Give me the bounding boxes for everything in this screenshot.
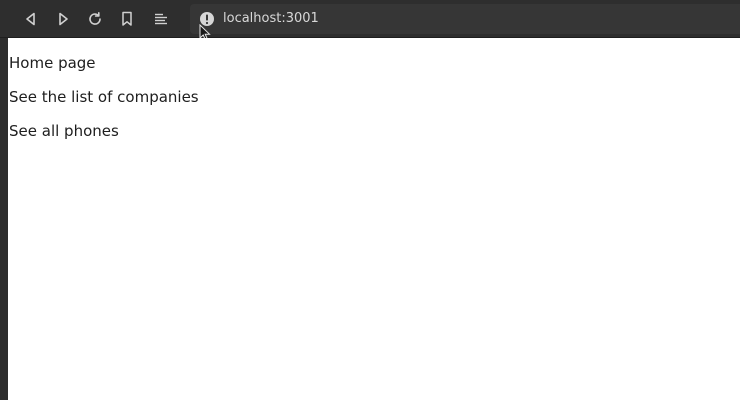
companies-list-link[interactable]: See the list of companies bbox=[9, 88, 199, 106]
forward-button[interactable] bbox=[50, 6, 76, 32]
window-frame-left bbox=[0, 38, 8, 400]
url-bar[interactable]: localhost:3001 bbox=[190, 4, 740, 34]
browser-toolbar: localhost:3001 bbox=[0, 0, 740, 38]
reload-icon bbox=[89, 12, 101, 25]
page-content: Home page See the list of companies See … bbox=[8, 38, 740, 400]
reader-icon bbox=[155, 13, 167, 25]
reload-button[interactable] bbox=[82, 6, 108, 32]
back-button[interactable] bbox=[18, 6, 44, 32]
bookmark-button[interactable] bbox=[114, 6, 140, 32]
home-page-link[interactable]: Home page bbox=[9, 54, 96, 72]
forward-icon bbox=[59, 12, 68, 26]
url-text[interactable]: localhost:3001 bbox=[223, 10, 319, 28]
all-phones-link[interactable]: See all phones bbox=[9, 122, 119, 140]
bookmark-icon bbox=[122, 11, 132, 26]
reader-view-button[interactable] bbox=[148, 6, 174, 32]
back-icon bbox=[26, 12, 35, 26]
